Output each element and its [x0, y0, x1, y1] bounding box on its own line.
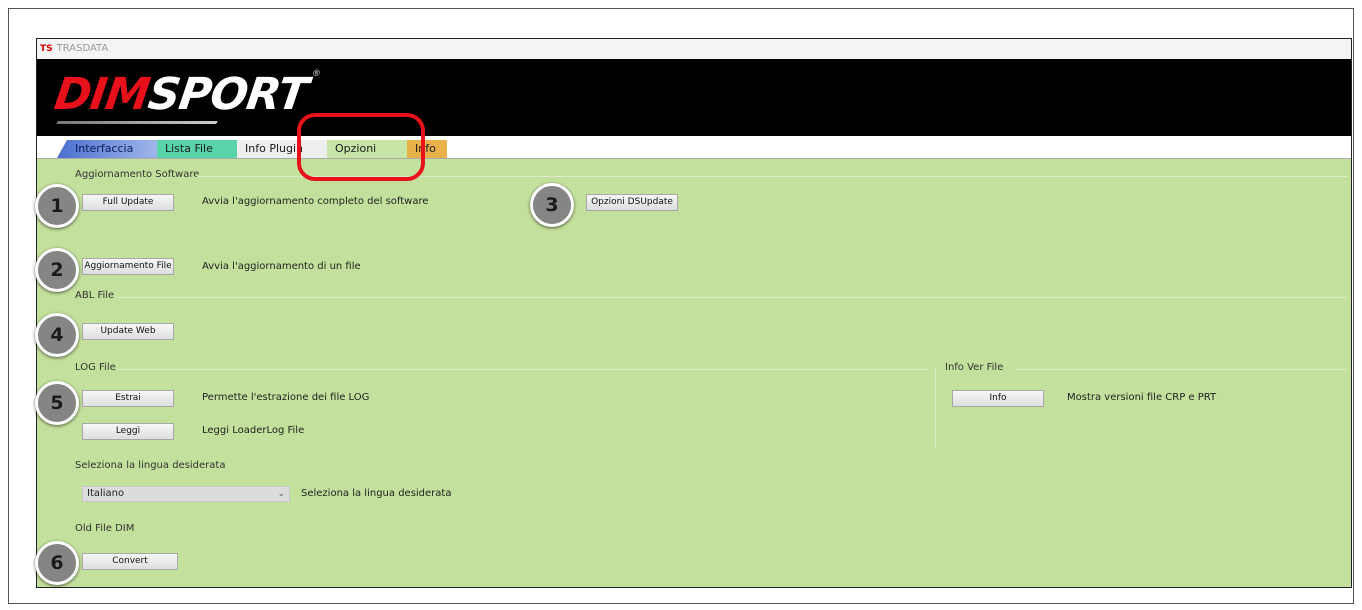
dimsport-logo: DIMSPORT®: [51, 69, 320, 120]
full-update-button[interactable]: Full Update: [82, 194, 174, 211]
section-title-abl-file: ABL File: [75, 290, 115, 301]
callout-badge-1: 1: [35, 184, 79, 228]
read-log-button[interactable]: Leggi: [82, 423, 174, 440]
language-selected-value: Italiano: [87, 488, 125, 499]
title-bar: TS TRASDATA: [37, 39, 1351, 60]
extract-log-description: Permette l'estrazione dei file LOG: [202, 392, 370, 403]
logo-registered-mark: ®: [311, 69, 321, 79]
divider: [117, 369, 927, 370]
tab-highlight-circle: [297, 113, 425, 181]
section-title-log-file: LOG File: [75, 362, 116, 373]
read-log-description: Leggi LoaderLog File: [202, 425, 305, 436]
section-title-old-file-dim: Old File DIM: [75, 523, 135, 534]
logo-swoosh: [56, 121, 218, 124]
file-update-description: Avvia l'aggiornamento di un file: [202, 261, 361, 272]
info-button[interactable]: Info: [952, 390, 1044, 407]
app-window: TS TRASDATA DIMSPORT® Interfaccia Lista F…: [36, 38, 1352, 588]
app-icon: TS: [40, 44, 53, 54]
chevron-down-icon: ⌄: [277, 489, 285, 499]
logo-part2: SPORT: [145, 69, 311, 120]
callout-badge-6: 6: [35, 541, 79, 585]
callout-badge-2: 2: [35, 248, 79, 292]
section-title-software-update: Aggiornamento Software: [75, 169, 200, 180]
language-description: Seleziona la lingua desiderata: [301, 488, 452, 499]
logo-part1: DIM: [51, 69, 153, 120]
divider: [117, 297, 1347, 298]
section-title-info-ver-file: Info Ver File: [945, 362, 1004, 373]
options-panel: Aggiornamento Software Full Update Avvia…: [37, 159, 1351, 589]
file-update-button[interactable]: Aggiornamento File: [82, 258, 174, 275]
full-update-description: Avvia l'aggiornamento completo del softw…: [202, 196, 429, 207]
tab-interfaccia[interactable]: Interfaccia: [57, 140, 157, 158]
update-web-button[interactable]: Update Web: [82, 323, 174, 340]
callout-badge-4: 4: [35, 313, 79, 357]
convert-button[interactable]: Convert: [82, 553, 178, 570]
window-title: TRASDATA: [56, 43, 109, 54]
extract-log-button[interactable]: Estrai: [82, 390, 174, 407]
info-description: Mostra versioni file CRP e PRT: [1067, 392, 1217, 403]
divider-vertical: [935, 369, 936, 449]
header-banner: DIMSPORT®: [37, 59, 1351, 136]
divider: [1017, 369, 1347, 370]
callout-badge-3: 3: [530, 183, 574, 227]
tab-lista-file[interactable]: Lista File: [157, 140, 237, 158]
tab-bar: Interfaccia Lista File Info Plugin Opzio…: [37, 136, 1351, 159]
dsupdate-options-button[interactable]: Opzioni DSUpdate: [586, 194, 678, 211]
language-select[interactable]: Italiano ⌄: [82, 486, 290, 502]
callout-badge-5: 5: [35, 381, 79, 425]
section-title-language: Seleziona la lingua desiderata: [75, 460, 226, 471]
